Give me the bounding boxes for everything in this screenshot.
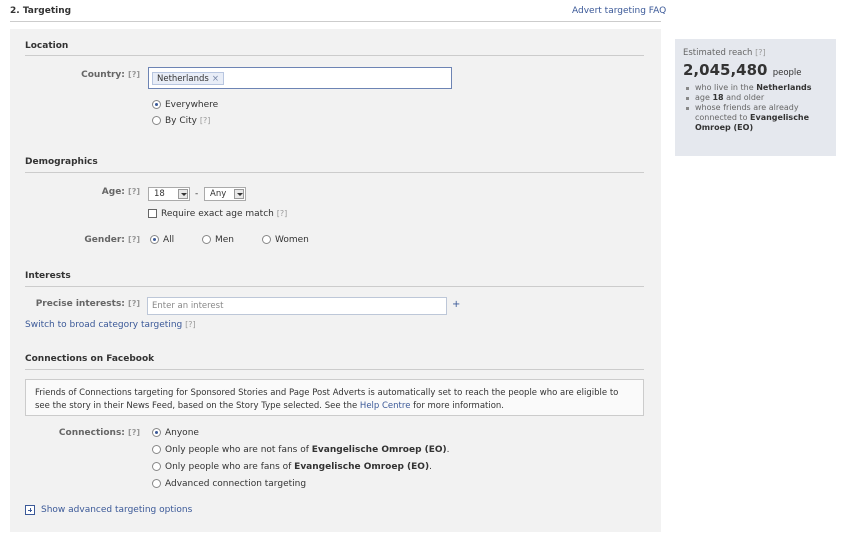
- age-label: Age: [?]: [101, 187, 140, 197]
- broad-category-link-row: Switch to broad category targeting [?]: [25, 320, 196, 330]
- country-label: Country: [?]: [81, 70, 140, 80]
- connection-option-fans[interactable]: Only people who are fans of Evangelische…: [152, 462, 432, 472]
- location-divider: [25, 55, 644, 56]
- reach-criteria-age: age 18 and older: [683, 93, 828, 103]
- country-token-label: Netherlands: [157, 74, 209, 84]
- help-icon[interactable]: [?]: [128, 70, 140, 79]
- help-icon[interactable]: [?]: [277, 209, 288, 218]
- add-interest-icon[interactable]: +: [452, 299, 460, 310]
- gender-option-all[interactable]: All: [150, 235, 174, 245]
- estimated-reach-box: Estimated reach [?] 2,045,480 people who…: [675, 39, 836, 156]
- show-advanced-targeting-link[interactable]: Show advanced targeting options: [41, 505, 192, 515]
- interest-input[interactable]: [147, 297, 447, 315]
- age-separator: -: [195, 189, 199, 199]
- gender-label: Gender: [?]: [84, 235, 140, 245]
- header-divider: [10, 21, 661, 22]
- connection-option-anyone[interactable]: Anyone: [152, 428, 199, 438]
- chevron-down-icon: [178, 189, 188, 199]
- connections-divider: [25, 369, 644, 370]
- reach-criteria-connections: whose friends are already connected to E…: [683, 103, 828, 133]
- checkbox-icon[interactable]: [148, 209, 157, 218]
- age-min-select[interactable]: 18: [148, 187, 190, 201]
- location-option-everywhere[interactable]: Everywhere: [152, 100, 218, 110]
- help-icon[interactable]: [?]: [128, 187, 140, 196]
- connections-section-title: Connections on Facebook: [25, 354, 155, 364]
- radio-icon[interactable]: [262, 235, 271, 244]
- help-icon[interactable]: [?]: [128, 235, 140, 244]
- help-icon[interactable]: [?]: [185, 320, 196, 329]
- country-token: Netherlands ×: [152, 72, 224, 85]
- radio-icon[interactable]: [152, 445, 161, 454]
- gender-option-men[interactable]: Men: [202, 235, 234, 245]
- help-icon[interactable]: [?]: [128, 428, 140, 437]
- radio-icon[interactable]: [152, 479, 161, 488]
- help-icon[interactable]: [?]: [200, 116, 211, 125]
- demographics-section-title: Demographics: [25, 157, 98, 167]
- reach-criteria-location: who live in the Netherlands: [683, 83, 828, 93]
- reach-title: Estimated reach [?]: [683, 48, 766, 58]
- location-section-title: Location: [25, 41, 69, 51]
- page-title: 2. Targeting: [10, 6, 72, 16]
- interests-section-title: Interests: [25, 271, 71, 281]
- targeting-faq-link[interactable]: Advert targeting FAQ: [572, 6, 666, 16]
- connections-notice: Friends of Connections targeting for Spo…: [25, 379, 644, 416]
- reach-count: 2,045,480 people: [683, 61, 802, 79]
- radio-icon[interactable]: [152, 116, 161, 125]
- connection-option-advanced[interactable]: Advanced connection targeting: [152, 479, 306, 489]
- radio-icon[interactable]: [202, 235, 211, 244]
- demographics-divider: [25, 172, 644, 173]
- radio-selected-icon[interactable]: [152, 428, 161, 437]
- help-icon[interactable]: [?]: [755, 48, 766, 57]
- broad-category-link[interactable]: Switch to broad category targeting: [25, 320, 182, 330]
- radio-icon[interactable]: [152, 462, 161, 471]
- radio-selected-icon[interactable]: [152, 100, 161, 109]
- location-option-by-city[interactable]: By City [?]: [152, 116, 210, 126]
- exact-age-checkbox[interactable]: Require exact age match [?]: [148, 209, 287, 219]
- radio-selected-icon[interactable]: [150, 235, 159, 244]
- age-max-select[interactable]: Any: [204, 187, 246, 201]
- remove-token-icon[interactable]: ×: [212, 74, 219, 84]
- connection-option-not-fans[interactable]: Only people who are not fans of Evangeli…: [152, 445, 450, 455]
- help-icon[interactable]: [?]: [128, 299, 140, 308]
- precise-interests-label: Precise interests: [?]: [35, 299, 140, 309]
- targeting-panel: [10, 29, 661, 532]
- help-centre-link[interactable]: Help Centre: [360, 401, 411, 411]
- interests-divider: [25, 286, 644, 287]
- gender-option-women[interactable]: Women: [262, 235, 309, 245]
- connections-label: Connections: [?]: [58, 428, 140, 438]
- reach-criteria-list: who live in the Netherlands age 18 and o…: [683, 83, 828, 133]
- expand-plus-icon[interactable]: [25, 505, 35, 515]
- chevron-down-icon: [234, 189, 244, 199]
